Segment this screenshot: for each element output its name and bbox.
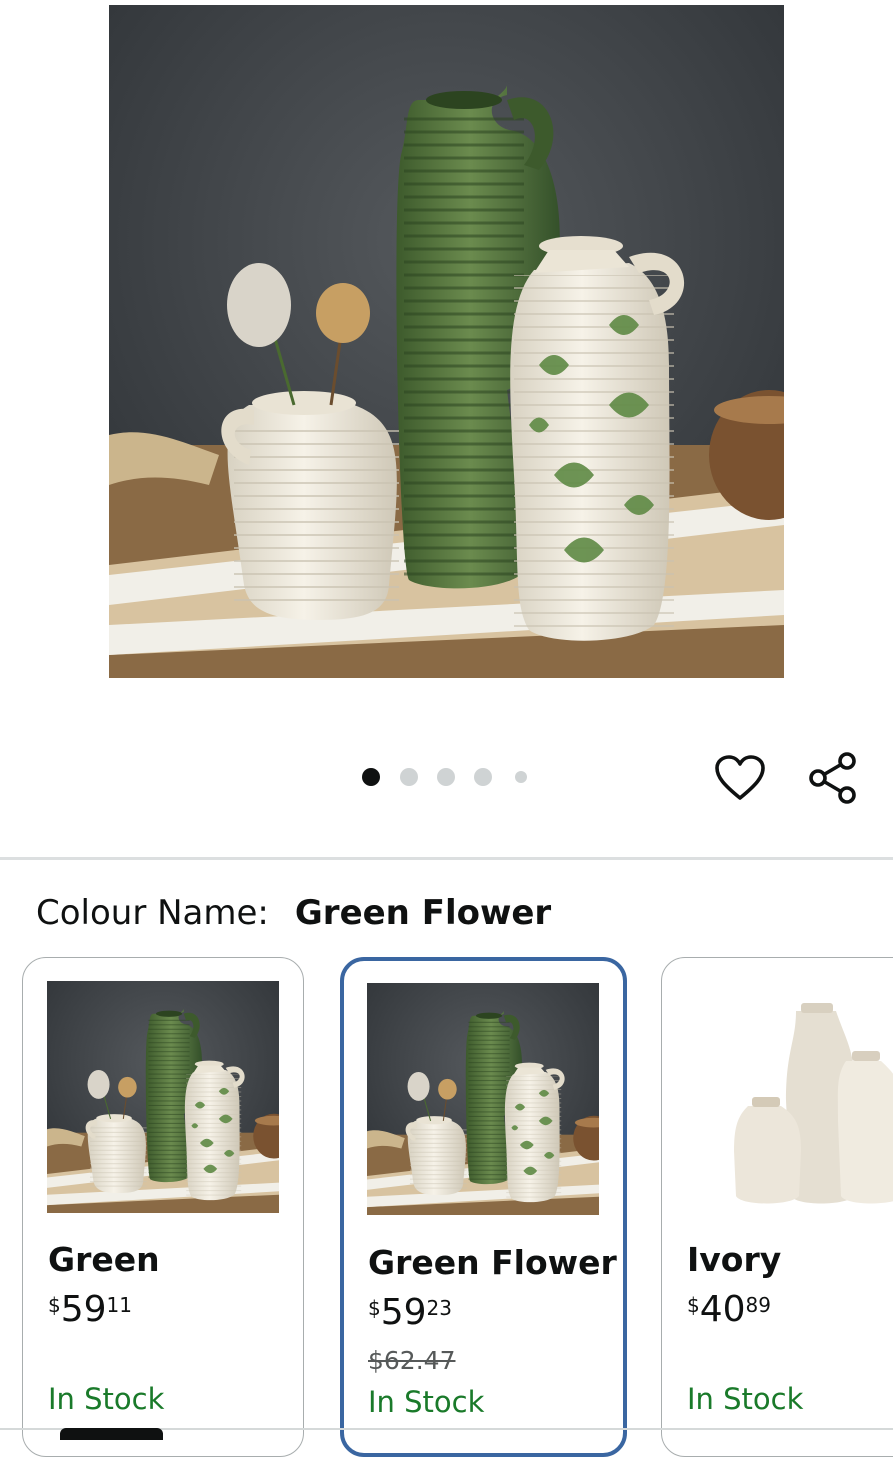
image-carousel-indicator: [360, 767, 535, 787]
carousel-dot[interactable]: [400, 768, 418, 786]
carousel-dot-active[interactable]: [362, 768, 380, 786]
share-button[interactable]: [803, 748, 863, 808]
colour-name-value: Green Flower: [294, 893, 552, 933]
share-icon: [809, 752, 856, 804]
variant-price: $5911: [48, 1289, 132, 1330]
carousel-dot[interactable]: [437, 768, 455, 786]
variant-thumbnail: [367, 983, 599, 1215]
wishlist-button[interactable]: [710, 748, 770, 808]
variant-card-green-flower[interactable]: Green Flower $5923 $62.47 In Stock: [340, 957, 627, 1457]
carousel-dot[interactable]: [474, 768, 492, 786]
variant-name: Green: [48, 1240, 160, 1279]
stock-status: In Stock: [368, 1385, 485, 1419]
bottom-tab-indicator: [60, 1428, 163, 1440]
variant-price: $5923: [368, 1292, 452, 1333]
variant-card-green[interactable]: Green $5911 In Stock: [22, 957, 304, 1457]
variant-card-ivory[interactable]: Ivory $4089 In Stock: [661, 957, 893, 1457]
vase-set-photo: [109, 5, 784, 678]
section-divider: [0, 857, 893, 860]
variant-price: $4089: [687, 1289, 771, 1330]
stock-status: In Stock: [48, 1382, 165, 1416]
variant-thumbnail: [47, 981, 279, 1213]
stock-status: In Stock: [687, 1382, 804, 1416]
variant-thumbnail: [686, 981, 893, 1213]
carousel-dot[interactable]: [515, 771, 527, 783]
colour-name-label: Colour Name:: [36, 893, 269, 933]
heart-icon: [715, 755, 765, 800]
colour-name-row: Colour Name: Green Flower: [36, 893, 551, 933]
list-price: $62.47: [368, 1346, 456, 1375]
variant-name: Ivory: [687, 1240, 782, 1279]
variant-name: Green Flower: [368, 1243, 617, 1282]
product-main-image[interactable]: [109, 5, 784, 678]
